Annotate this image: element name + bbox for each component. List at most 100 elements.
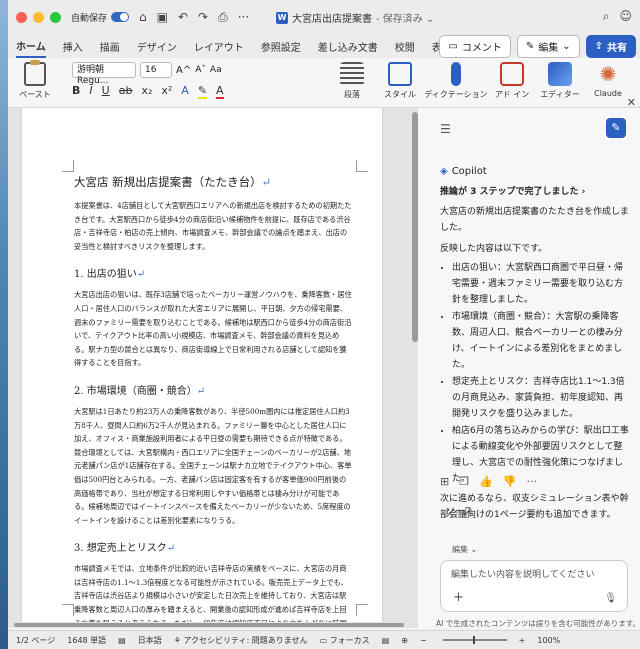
reasoning-steps-link[interactable]: 推論が 3 ステップで完了しました › bbox=[440, 184, 630, 200]
accessibility-status[interactable]: ⚘ アクセシビリティ: 問題ありません bbox=[174, 635, 308, 646]
undo-icon[interactable]: ↶ bbox=[178, 10, 188, 25]
document-title[interactable]: W 大宮店出店提案書 - 保存済み ⌄ bbox=[276, 10, 434, 25]
section-heading-3[interactable]: 3. 想定売上とリスク↵ bbox=[74, 539, 352, 554]
tab-review[interactable]: 校閲 bbox=[395, 36, 415, 57]
print-icon[interactable]: ⎙ bbox=[218, 10, 228, 25]
superscript-icon[interactable]: x² bbox=[161, 84, 172, 99]
sources-heading[interactable]: ソース bbox=[446, 504, 473, 517]
focus-icon: ▭ bbox=[319, 635, 330, 645]
tab-home[interactable]: ホーム bbox=[16, 35, 46, 58]
paragraph-mark: ↵ bbox=[166, 543, 176, 555]
document-title-heading[interactable]: 大宮店 新規出店提案書（たたき台）↵ bbox=[74, 174, 352, 190]
save-icon[interactable]: ▣ bbox=[157, 10, 168, 25]
paragraph-icon bbox=[340, 62, 364, 86]
dictation-button[interactable]: ディクテーション bbox=[424, 62, 488, 100]
section-2-paragraph[interactable]: 大宮駅は1日あたり約23万人の乗降客数があり、半径500m圏内には推定居住人口約… bbox=[74, 405, 352, 527]
section-heading-text: 1. 出店の狙い bbox=[74, 269, 137, 281]
plus-icon[interactable]: + bbox=[453, 590, 464, 605]
font-color-icon[interactable]: A bbox=[216, 84, 224, 99]
copilot-name-label: Copilot bbox=[451, 166, 487, 177]
print-layout-icon[interactable]: ▤ bbox=[382, 636, 390, 645]
microphone-icon[interactable]: 🎙 bbox=[604, 593, 617, 604]
zoom-level[interactable]: 100% bbox=[537, 636, 560, 645]
paragraph-button[interactable]: 段落 bbox=[328, 62, 376, 100]
horizontal-scrollbar[interactable] bbox=[8, 622, 418, 628]
more-icon[interactable]: ··· bbox=[238, 10, 249, 25]
copilot-prompt-input[interactable]: 編集したい内容を説明してください + 🎙 bbox=[440, 560, 628, 612]
zoom-in-icon[interactable]: + bbox=[519, 636, 526, 645]
tab-references[interactable]: 参照設定 bbox=[261, 36, 301, 57]
document-area: 大宮店 新規出店提案書（たたき台）↵ 本提案書は、4店舗目として大宮駅西口エリア… bbox=[8, 108, 412, 628]
hamburger-menu-icon[interactable]: ☰ bbox=[440, 122, 451, 136]
more-options-icon[interactable]: ··· bbox=[527, 475, 538, 488]
section-heading-1[interactable]: 1. 出店の狙い↵ bbox=[74, 265, 352, 280]
case-icon[interactable]: Aa bbox=[210, 65, 222, 75]
section-3-paragraph[interactable]: 市場調査メモでは、立地条件が比較的近い吉祥寺店の実績をベースに、大宮店の月商は吉… bbox=[74, 562, 352, 628]
font-name-select[interactable]: 游明朝 Regu... bbox=[72, 62, 136, 86]
close-icon[interactable]: ✕ bbox=[627, 96, 636, 109]
zoom-out-icon[interactable]: − bbox=[420, 636, 427, 645]
web-layout-icon[interactable]: ⊕ bbox=[401, 636, 408, 645]
minimize-window-button[interactable] bbox=[33, 11, 44, 23]
shrink-font-icon[interactable]: Aˇ bbox=[195, 65, 206, 75]
close-window-button[interactable] bbox=[16, 11, 27, 23]
search-icon[interactable]: ⌕ bbox=[603, 9, 610, 24]
page-count[interactable]: 1/2 ページ bbox=[16, 635, 55, 646]
language[interactable]: 日本語 bbox=[138, 635, 162, 646]
font-group: 游明朝 Regu... 16 A^ Aˇ Aa B I U ab x₂ x² A… bbox=[72, 62, 224, 99]
section-heading-text: 2. 市場環境（商圏・競合） bbox=[74, 385, 197, 397]
scroll-thumb[interactable] bbox=[14, 623, 404, 627]
bold-icon[interactable]: B bbox=[72, 84, 80, 99]
focus-mode[interactable]: ▭ フォーカス bbox=[320, 635, 370, 646]
editor-button[interactable]: エディター bbox=[536, 62, 584, 100]
font-size-select[interactable]: 16 bbox=[140, 62, 172, 78]
underline-icon[interactable]: U bbox=[102, 84, 110, 99]
zoom-slider[interactable] bbox=[442, 636, 507, 644]
addins-button[interactable]: アド イン bbox=[488, 62, 536, 100]
subscript-icon[interactable]: x₂ bbox=[141, 84, 152, 99]
text-effects-icon[interactable]: A bbox=[181, 84, 189, 99]
tab-layout[interactable]: レイアウト bbox=[194, 36, 244, 57]
home-icon[interactable]: ⌂ bbox=[139, 10, 147, 25]
copy-icon[interactable]: ❐ bbox=[459, 475, 469, 488]
grow-font-icon[interactable]: A^ bbox=[176, 65, 191, 76]
tab-design[interactable]: デザイン bbox=[137, 36, 177, 57]
style-button[interactable]: スタイル bbox=[376, 62, 424, 100]
italic-icon[interactable]: I bbox=[89, 84, 92, 99]
format-buttons: B I U ab x₂ x² A ✎ A bbox=[72, 84, 224, 99]
paste-button[interactable]: ペースト bbox=[16, 60, 54, 100]
copilot-response: 推論が 3 ステップで完了しました › 大宮店の新規出店提案書のたたき台を作成し… bbox=[440, 184, 630, 523]
prompt-placeholder: 編集したい内容を説明してください bbox=[451, 570, 595, 580]
response-text: 反映した内容は以下です。 bbox=[440, 244, 548, 254]
edit-mode-button[interactable]: ✎ 編集 ⌄ bbox=[516, 35, 580, 58]
comment-button[interactable]: ▭ コメント bbox=[439, 35, 511, 58]
clipboard-icon bbox=[24, 60, 46, 86]
paragraph-mark: ↵ bbox=[261, 175, 272, 189]
thumbs-down-icon[interactable]: 👎 bbox=[503, 475, 517, 488]
claude-button[interactable]: ✺ Claude bbox=[584, 62, 632, 98]
proofing-icon[interactable]: ▤ bbox=[118, 636, 126, 645]
redo-icon[interactable]: ↷ bbox=[198, 10, 208, 25]
strikethrough-icon[interactable]: ab bbox=[119, 84, 133, 99]
highlight-icon[interactable]: ✎ bbox=[197, 84, 208, 99]
document-page[interactable]: 大宮店 新規出店提案書（たたき台）↵ 本提案書は、4店舗目として大宮駅西口エリア… bbox=[22, 108, 382, 628]
thumbs-up-icon[interactable]: 👍 bbox=[479, 475, 493, 488]
tab-mailings[interactable]: 差し込み文書 bbox=[318, 36, 378, 57]
new-chat-icon[interactable]: ✎ bbox=[606, 118, 626, 138]
word-count[interactable]: 1648 単語 bbox=[67, 635, 106, 646]
edit-mode-dropdown[interactable]: 編集 ⌄ bbox=[452, 544, 477, 555]
intro-paragraph[interactable]: 本提案書は、4店舗目として大宮駅西口エリアへの新規出店を検討するための初期たたき… bbox=[74, 199, 352, 253]
section-heading-text: 3. 想定売上とリスク bbox=[74, 543, 167, 555]
list-item: 想定売上とリスク：吉祥寺店比1.1〜1.3倍の月商見込み、家賃負担、初年度認知、… bbox=[452, 374, 630, 422]
autosave-toggle[interactable] bbox=[111, 12, 130, 22]
emoji-icon[interactable]: ☺ bbox=[619, 9, 632, 24]
tab-draw[interactable]: 描画 bbox=[100, 36, 120, 57]
status-bar: 1/2 ページ 1648 単語 ▤ 日本語 ⚘ アクセシビリティ: 問題ありませ… bbox=[8, 630, 640, 649]
insert-icon[interactable]: ⊞ bbox=[440, 475, 449, 488]
tab-insert[interactable]: 挿入 bbox=[63, 36, 83, 57]
share-button[interactable]: ⇪ 共有 bbox=[585, 35, 636, 58]
section-1-paragraph[interactable]: 大宮店出店の狙いは、既存3店舗で培ったベーカリー運営ノウハウを、乗降客数・居住人… bbox=[74, 288, 352, 370]
zoom-window-button[interactable] bbox=[50, 11, 61, 23]
document-content[interactable]: 大宮店 新規出店提案書（たたき台）↵ 本提案書は、4店舗目として大宮駅西口エリア… bbox=[74, 174, 352, 628]
section-heading-2[interactable]: 2. 市場環境（商圏・競合）↵ bbox=[74, 382, 352, 397]
